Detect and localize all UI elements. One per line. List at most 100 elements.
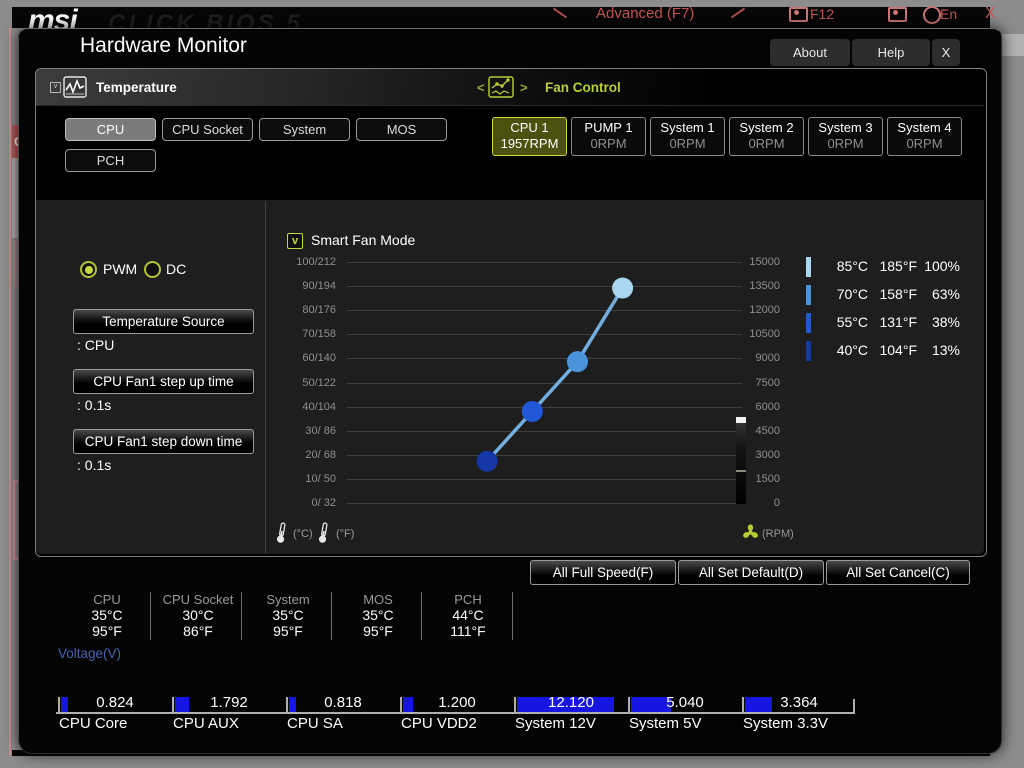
language-icon	[923, 6, 941, 24]
curve-temp-f: 131°F	[879, 314, 917, 330]
section-temperature-label: Temperature	[96, 80, 177, 95]
fan-curve-point[interactable]	[476, 450, 498, 472]
left-axis-ticks: 100/212 90/194 80/176 70/158 60/140 50/122 40/…	[296, 256, 336, 509]
voltage-value: 1.200	[438, 694, 476, 711]
curve-temp-c: 70°C	[836, 286, 868, 302]
curve-color-bar	[806, 313, 811, 333]
curve-percent: 63%	[931, 286, 960, 302]
bios-close: X	[985, 5, 996, 22]
readout-fahrenheit: 95°F	[363, 623, 393, 639]
screenshot-icon	[789, 7, 808, 22]
all-full-speed-button[interactable]: All Full Speed(F)	[530, 560, 676, 585]
gauge-cpu-vdd2: 1.200 CPU VDD2	[400, 689, 514, 732]
fan-icon	[742, 524, 759, 546]
all-set-default-button[interactable]: All Set Default(D)	[678, 560, 824, 585]
fan-control-icon	[488, 76, 514, 103]
temperature-source-value: : CPU	[77, 337, 115, 353]
bios-red-border	[9, 28, 11, 755]
voltage-label: CPU SA	[287, 715, 343, 732]
readout-label: System	[266, 592, 310, 607]
fan-tab-pump1[interactable]: PUMP 1 0RPM	[571, 117, 646, 156]
readout-separator	[512, 592, 513, 640]
close-button[interactable]: X	[932, 39, 960, 66]
pwm-radio-dot	[84, 265, 93, 274]
chevron-left-icon[interactable]: <	[477, 80, 485, 95]
fan-level-slider[interactable]	[736, 417, 746, 504]
readout-celsius: 35°C	[91, 607, 123, 623]
fan-tab-rpm: 1957RPM	[500, 136, 559, 151]
gauge-cpu-aux: 1.792 CPU AUX	[172, 689, 286, 732]
readout-celsius: 44°C	[452, 607, 484, 623]
step-down-time-button[interactable]: CPU Fan1 step down time	[73, 429, 254, 454]
readout-pch: PCH 44°C 111°F	[420, 592, 516, 639]
temp-tab-pch[interactable]: PCH	[65, 149, 156, 172]
readout-fahrenheit: 111°F	[450, 623, 486, 639]
voltage-label: System 3.3V	[743, 715, 829, 732]
help-panel-icon	[888, 7, 907, 22]
fan-curve-point[interactable]	[612, 277, 634, 299]
fan-tab-rpm: 0RPM	[748, 136, 785, 151]
fan-curve-plot[interactable]	[347, 262, 742, 504]
temperature-source-button[interactable]: Temperature Source	[73, 309, 254, 334]
voltage-baseline	[56, 712, 855, 714]
temp-tab-system[interactable]: System	[259, 118, 350, 141]
slider-thumb[interactable]	[736, 417, 746, 423]
fan-tab-cpu1[interactable]: CPU 1 1957RPM	[492, 117, 567, 156]
help-button[interactable]: Help	[852, 39, 930, 66]
readout-cpu: CPU 35°C 95°F	[59, 592, 155, 639]
dc-radio[interactable]	[144, 261, 161, 278]
fan-curve-point[interactable]	[566, 351, 588, 373]
readout-label: MOS	[363, 592, 393, 607]
collapse-toggle-icon[interactable]: v	[50, 82, 61, 93]
readout-fahrenheit: 86°F	[183, 623, 213, 639]
fan-tab-system1[interactable]: System 1 0RPM	[650, 117, 725, 156]
curve-percent: 100%	[924, 258, 960, 274]
step-up-time-button[interactable]: CPU Fan1 step up time	[73, 369, 254, 394]
voltage-value: 1.792	[210, 694, 248, 711]
smart-fan-mode-label: Smart Fan Mode	[311, 232, 416, 248]
fan-curve[interactable]	[335, 250, 754, 515]
fan-tab-system3[interactable]: System 3 0RPM	[808, 117, 883, 156]
curve-color-bar	[806, 257, 811, 277]
temp-tab-cpu[interactable]: CPU	[65, 118, 156, 141]
screenshot-key: F12	[810, 6, 835, 22]
curve-temp-c: 40°C	[836, 342, 868, 358]
slider-mark	[736, 470, 746, 472]
fan-tab-name: CPU 1	[510, 120, 549, 135]
voltage-value: 0.818	[324, 694, 362, 711]
pwm-radio[interactable]	[80, 261, 97, 278]
fan-tab-system4[interactable]: System 4 0RPM	[887, 117, 962, 156]
smart-fan-mode-checkbox[interactable]: v	[287, 233, 303, 249]
voltage-label: System 12V	[515, 715, 596, 732]
fan-curve-point[interactable]	[521, 400, 543, 422]
voltage-section-label: Voltage(V)	[58, 646, 122, 661]
voltage-label: CPU Core	[59, 715, 128, 732]
step-down-time-value: : 0.1s	[77, 457, 112, 473]
curve-percent: 13%	[931, 342, 960, 358]
about-button[interactable]: About	[770, 39, 850, 66]
curve-color-bar	[806, 285, 811, 305]
readout-mos: MOS 35°C 95°F	[330, 592, 426, 639]
voltage-label: System 5V	[629, 715, 702, 732]
all-set-cancel-button[interactable]: All Set Cancel(C)	[826, 560, 970, 585]
readout-label: CPU Socket	[162, 592, 234, 607]
readout-system: System 35°C 95°F	[240, 592, 336, 639]
fan-tab-name: System 4	[897, 120, 952, 135]
chevron-right-icon[interactable]: >	[520, 80, 528, 95]
temperature-graph-icon	[63, 76, 87, 103]
fan-tab-rpm: 0RPM	[906, 136, 943, 151]
fan-tab-name: System 2	[739, 120, 794, 135]
temp-tab-mos[interactable]: MOS	[356, 118, 447, 141]
temp-tab-cpu-socket[interactable]: CPU Socket	[162, 118, 253, 141]
voltage-value: 0.824	[96, 694, 134, 711]
readout-celsius: 35°C	[272, 607, 304, 623]
voltage-label: CPU VDD2	[401, 715, 477, 732]
fan-tab-name: System 1	[660, 120, 715, 135]
readout-fahrenheit: 95°F	[92, 623, 122, 639]
voltage-label: CPU AUX	[173, 715, 239, 732]
readout-celsius: 30°C	[182, 607, 214, 623]
gauge-system-3-3v: 3.364 System 3.3V	[742, 689, 856, 732]
fahrenheit-unit-label: (°F)	[336, 528, 355, 540]
gauge-system-5v: 5.040 System 5V	[628, 689, 742, 732]
fan-tab-system2[interactable]: System 2 0RPM	[729, 117, 804, 156]
